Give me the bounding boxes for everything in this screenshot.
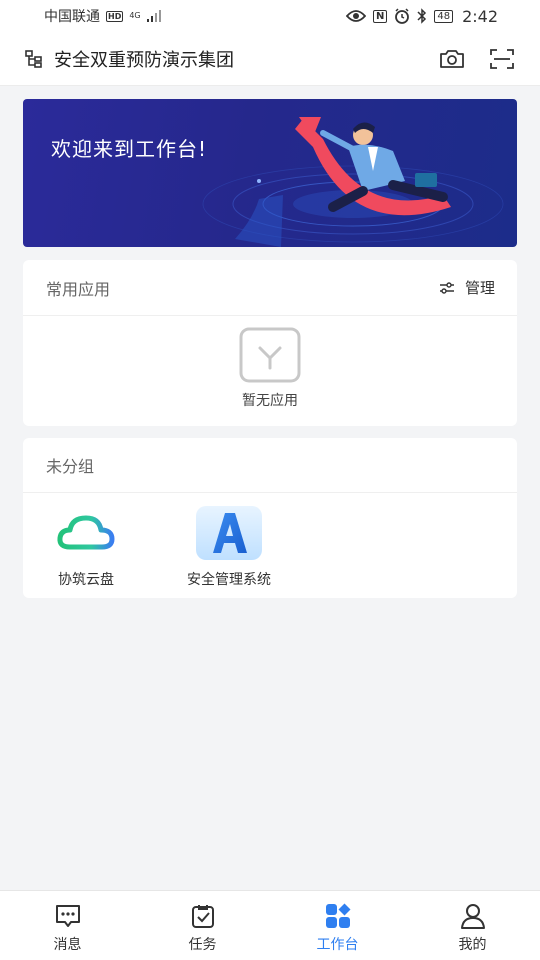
app-header: 安全双重预防演示集团 [0, 32, 540, 86]
status-bar: 中国联通 HD 4G N 48 2:42 [0, 0, 540, 32]
welcome-banner[interactable]: 欢迎来到工作台! [23, 99, 517, 247]
nav-label: 工作台 [316, 937, 359, 953]
network-type: 4G [129, 11, 141, 20]
app-icon-wrap [52, 505, 120, 561]
app-item-cloud-disk[interactable]: 协筑云盘 [43, 505, 129, 589]
organization-title[interactable]: 安全双重预防演示集团 [54, 46, 416, 72]
app-label: 安全管理系统 [187, 572, 271, 588]
letter-a-icon [196, 506, 262, 560]
message-icon [55, 905, 80, 927]
nav-item-messages[interactable]: 消息 [0, 891, 135, 960]
app-icon-wrap [195, 505, 263, 561]
nav-label: 任务 [188, 937, 217, 953]
alarm-icon [395, 8, 410, 24]
battery-indicator: 48 [434, 9, 454, 23]
settings-sliders-icon [439, 281, 454, 294]
camera-button[interactable] [438, 45, 466, 73]
carrier-label: 中国联通 [44, 9, 100, 25]
scan-button[interactable] [488, 45, 516, 73]
empty-apps-label: 暂无应用 [242, 393, 298, 409]
clock: 2:42 [462, 6, 498, 26]
manage-button[interactable]: 管理 [439, 277, 495, 298]
ungrouped-header: 未分组 [23, 438, 517, 493]
app-item-safety-management[interactable]: 安全管理系统 [171, 505, 287, 589]
nav-item-tasks[interactable]: 任务 [135, 891, 270, 960]
org-chart-icon[interactable] [24, 49, 44, 69]
task-icon [191, 905, 214, 928]
cloud-icon [57, 515, 115, 550]
workbench-icon [325, 903, 350, 928]
common-apps-card: 常用应用 管理 暂无应用 [23, 260, 517, 426]
ungrouped-title: 未分组 [46, 457, 95, 476]
nav-label: 消息 [53, 937, 82, 953]
manage-label: 管理 [464, 279, 495, 297]
app-grid: 协筑云盘 安全管理系统 [23, 493, 517, 589]
nav-item-workbench[interactable]: 工作台 [270, 891, 405, 960]
ungrouped-card: 未分组 协筑云盘 安全管理系统 [23, 438, 517, 598]
empty-state: 暂无应用 [23, 316, 517, 410]
bluetooth-icon [417, 8, 427, 24]
hd-badge: HD [106, 10, 124, 22]
scan-icon [490, 48, 514, 69]
nav-item-profile[interactable]: 我的 [405, 891, 540, 960]
bottom-navigation: 消息 任务 工作台 我的 [0, 890, 540, 960]
nav-label: 我的 [458, 937, 487, 953]
common-apps-title: 常用应用 [46, 279, 111, 299]
eye-icon [345, 10, 366, 22]
profile-icon [460, 904, 485, 929]
camera-icon [440, 49, 464, 68]
nfc-icon: N [372, 9, 388, 23]
app-label: 协筑云盘 [58, 572, 114, 588]
banner-illustration [202, 117, 504, 247]
signal-icon [146, 10, 161, 22]
common-apps-header: 常用应用 管理 [23, 260, 517, 316]
banner-welcome-text: 欢迎来到工作台! [51, 137, 208, 161]
empty-box-icon [239, 327, 301, 383]
